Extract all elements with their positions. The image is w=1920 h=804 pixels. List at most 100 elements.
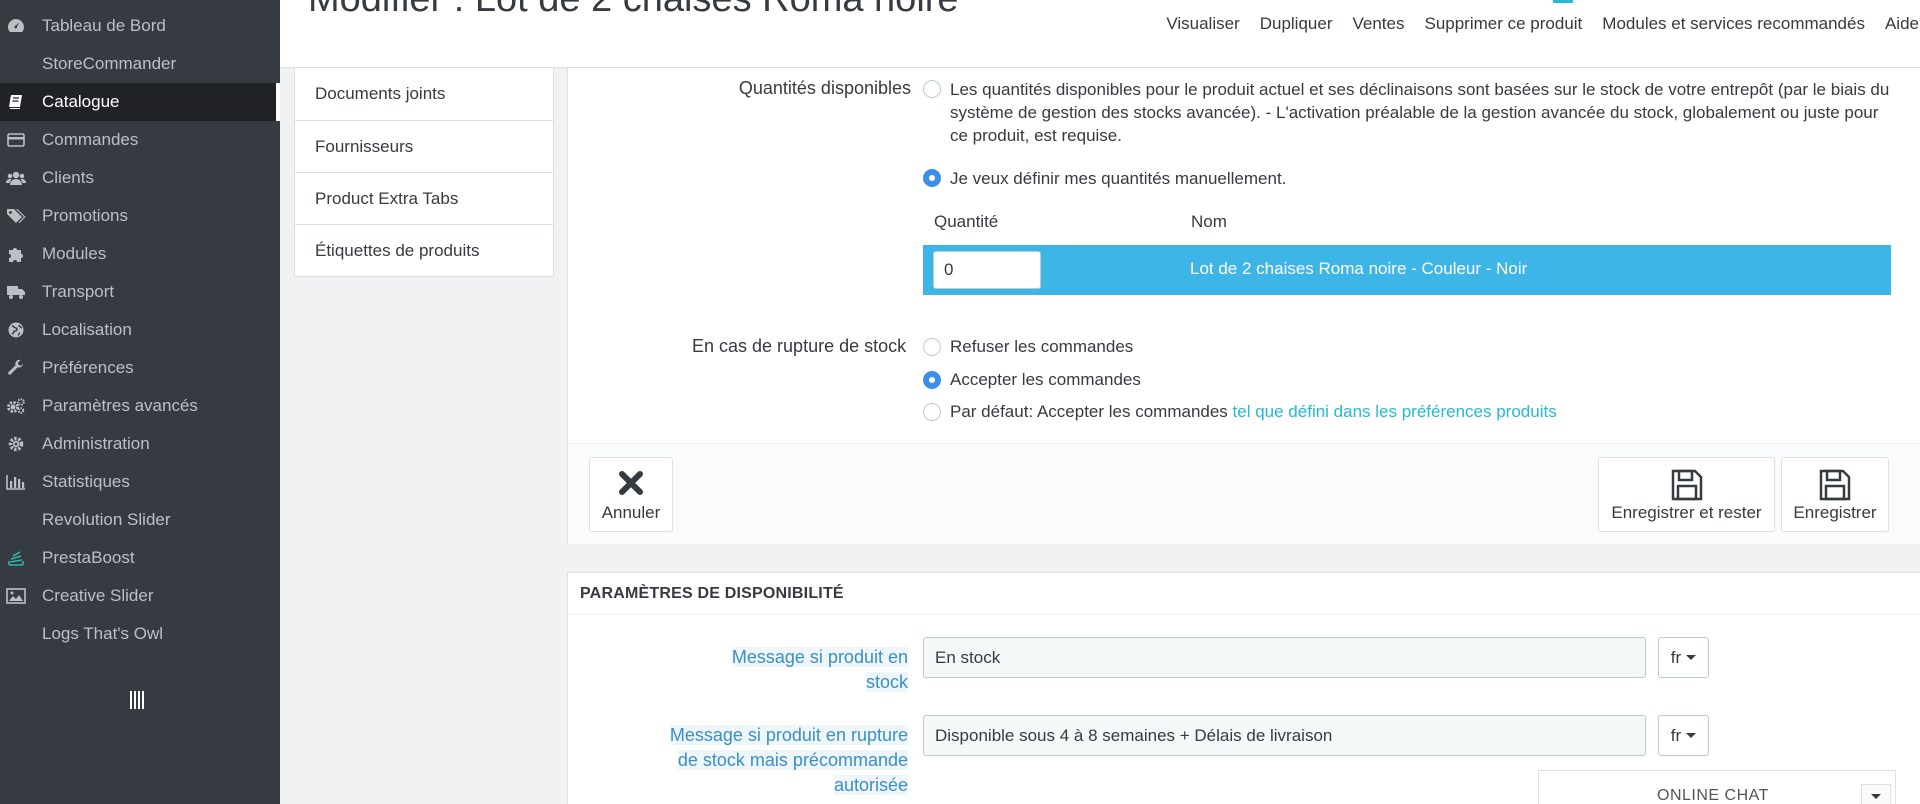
truck-icon — [6, 282, 26, 302]
table-row: Lot de 2 chaises Roma noire - Couleur - … — [923, 245, 1891, 295]
radio-accept-orders[interactable] — [923, 371, 941, 389]
quantities-label: Quantités disponibles — [738, 78, 911, 98]
radio-default-orders[interactable] — [923, 403, 941, 421]
sidebar-item-transport[interactable]: Transport — [0, 273, 280, 311]
in-stock-message-input[interactable] — [923, 637, 1646, 678]
quantities-panel: Quantités disponibles Les quantités disp… — [567, 68, 1920, 544]
in-stock-message-label[interactable]: Message si produit en stock — [708, 645, 908, 695]
sidebar-item-revolution-slider[interactable]: Revolution Slider — [0, 501, 280, 539]
quantity-input[interactable] — [933, 251, 1041, 289]
sidebar-item-label: Modules — [42, 244, 107, 263]
backorder-message-label[interactable]: Message si produit en rupture de stock m… — [668, 723, 908, 798]
sidebar-item-label: Logs That's Owl — [42, 624, 164, 643]
sidebar-item-prestaboost[interactable]: PrestaBoost — [0, 539, 280, 577]
tab-product-extra-tabs[interactable]: Product Extra Tabs — [295, 172, 553, 224]
sidebar-item-label: Transport — [42, 282, 115, 301]
sidebar-item-catalogue[interactable]: Catalogue — [0, 83, 280, 121]
sidebar-item-label: PrestaBoost — [42, 548, 135, 567]
product-tabs: Documents joints Fournisseurs Product Ex… — [294, 68, 554, 277]
sidebar-item-storecommander[interactable]: StoreCommander — [0, 45, 280, 83]
save-button[interactable]: Enregistrer — [1781, 457, 1889, 532]
tab-fournisseurs[interactable]: Fournisseurs — [295, 120, 553, 172]
sidebar-item-commandes[interactable]: Commandes — [0, 121, 280, 159]
language-select[interactable]: fr — [1658, 715, 1709, 756]
sidebar-item-label: StoreCommander — [42, 54, 177, 73]
sidebar-item-label: Creative Slider — [42, 586, 154, 605]
stack-icon — [6, 548, 26, 568]
backorder-message-input[interactable] — [923, 715, 1646, 756]
globe-icon — [6, 320, 26, 340]
sidebar-collapse-toggle[interactable] — [127, 688, 147, 712]
sidebar-item-label: Localisation — [42, 320, 132, 339]
save-and-stay-button[interactable]: Enregistrer et rester — [1598, 457, 1775, 532]
sidebar-item-promotions[interactable]: Promotions — [0, 197, 280, 235]
toolbar-icon-fragment — [1553, 0, 1573, 3]
sidebar-item-label: Commandes — [42, 130, 139, 149]
toolbar-aide[interactable]: Aide — [1885, 14, 1919, 34]
image-icon — [6, 586, 26, 606]
sidebar-item-label: Promotions — [42, 206, 128, 225]
cancel-button[interactable]: Annuler — [589, 457, 673, 532]
default-orders-prefix: Par défaut: Accepter les commandes — [950, 402, 1233, 421]
sidebar-item-label: Administration — [42, 434, 150, 453]
language-code: fr — [1670, 647, 1682, 667]
gear-icon — [6, 434, 26, 454]
online-chat-widget[interactable]: ONLINE CHAT — [1538, 770, 1896, 804]
sidebar-item-creative-slider[interactable]: Creative Slider — [0, 577, 280, 615]
cancel-button-label: Annuler — [601, 503, 661, 522]
toolbar-dupliquer[interactable]: Dupliquer — [1260, 14, 1333, 34]
language-select[interactable]: fr — [1658, 637, 1709, 678]
tab-documents-joints[interactable]: Documents joints — [295, 68, 553, 120]
sidebar-item-tableau-de-bord[interactable]: Tableau de Bord — [0, 7, 280, 45]
puzzle-icon — [6, 244, 26, 264]
radio-manual-stock-text: Je veux définir mes quantités manuelleme… — [950, 169, 1287, 188]
toolbar-supprimer[interactable]: Supprimer ce produit — [1424, 14, 1582, 34]
radio-advanced-stock-text: Les quantités disponibles pour le produi… — [950, 80, 1890, 145]
floppy-disk-icon — [1818, 468, 1852, 507]
caret-down-icon — [1871, 793, 1881, 799]
sidebar-item-label: Tableau de Bord — [42, 16, 166, 35]
header-toolbar: Visualiser Dupliquer Ventes Supprimer ce… — [1166, 14, 1920, 34]
panel-footer: Annuler Enregistrer et rester Enregistre… — [568, 443, 1920, 544]
sidebar-item-label: Catalogue — [42, 92, 120, 111]
tags-icon — [6, 206, 26, 226]
radio-manual-stock[interactable] — [923, 169, 941, 187]
sidebar-item-parametres-avances[interactable]: Paramètres avancés — [0, 387, 280, 425]
tab-etiquettes-de-produits[interactable]: Étiquettes de produits — [295, 224, 553, 276]
sidebar-item-label: Clients — [42, 168, 94, 187]
sidebar-item-preferences[interactable]: Préférences — [0, 349, 280, 387]
toolbar-modules-recommandes[interactable]: Modules et services recommandés — [1602, 14, 1865, 34]
radio-accept-orders-text: Accepter les commandes — [950, 370, 1141, 389]
page-header: Modifier : Lot de 2 chaises Roma noire V… — [280, 0, 1920, 68]
users-icon — [6, 168, 26, 188]
radio-refuse-orders[interactable] — [923, 338, 941, 356]
toolbar-ventes[interactable]: Ventes — [1352, 14, 1404, 34]
sidebar-item-modules[interactable]: Modules — [0, 235, 280, 273]
sidebar-item-label: Statistiques — [42, 472, 130, 491]
book-icon — [6, 92, 26, 112]
sidebar-item-clients[interactable]: Clients — [0, 159, 280, 197]
language-code: fr — [1670, 725, 1682, 745]
caret-down-icon — [1686, 655, 1697, 660]
sidebar-item-label: Préférences — [42, 358, 134, 377]
floppy-disk-icon — [1670, 468, 1704, 507]
close-icon — [616, 468, 646, 503]
toolbar-visualiser[interactable]: Visualiser — [1166, 14, 1239, 34]
sidebar-item-administration[interactable]: Administration — [0, 425, 280, 463]
bar-chart-icon — [6, 472, 26, 492]
out-of-stock-label: En cas de rupture de stock — [692, 336, 907, 356]
radio-advanced-stock[interactable] — [923, 80, 941, 98]
sidebar-item-logs-thats-owl[interactable]: Logs That's Owl — [0, 615, 280, 653]
dashboard-icon — [6, 16, 26, 36]
radio-default-orders-text: Par défaut: Accepter les commandes tel q… — [950, 400, 1557, 423]
combination-name: Lot de 2 chaises Roma noire - Couleur - … — [1190, 259, 1528, 278]
column-name: Nom — [1191, 212, 1227, 231]
sidebar: Tableau de Bord StoreCommander Catalogue… — [0, 0, 280, 804]
sidebar-item-statistiques[interactable]: Statistiques — [0, 463, 280, 501]
cogs-icon — [6, 396, 26, 416]
sidebar-item-localisation[interactable]: Localisation — [0, 311, 280, 349]
product-preferences-link[interactable]: tel que défini dans les préférences prod… — [1233, 402, 1557, 421]
chat-toggle-button[interactable] — [1861, 784, 1891, 804]
radio-refuse-orders-text: Refuser les commandes — [950, 337, 1134, 356]
credit-card-icon — [6, 130, 26, 150]
